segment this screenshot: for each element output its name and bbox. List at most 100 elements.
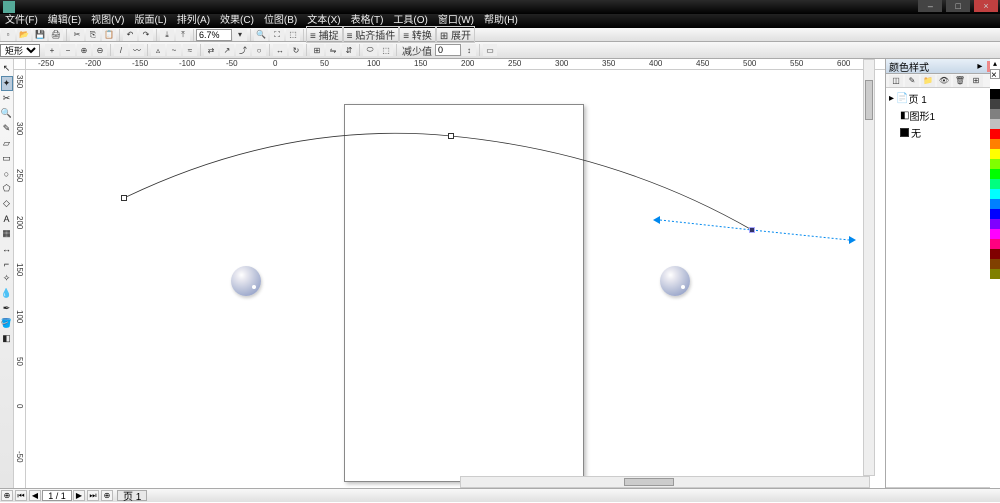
- fullscreen-icon[interactable]: ⛶: [270, 29, 284, 41]
- scrollbar-thumb[interactable]: [865, 80, 873, 120]
- to-curve-icon[interactable]: 〰: [130, 44, 144, 56]
- page-tab[interactable]: 页 1: [117, 490, 147, 501]
- elastic-icon[interactable]: ⬭: [363, 44, 377, 56]
- basic-shapes-tool[interactable]: ◇: [1, 196, 13, 211]
- maximize-button[interactable]: □: [946, 0, 970, 12]
- pick-tool[interactable]: ↖: [1, 61, 13, 76]
- last-page-icon[interactable]: ⏭: [87, 490, 99, 501]
- fill-row[interactable]: 无: [888, 124, 998, 141]
- close-curve-icon[interactable]: ○: [252, 44, 266, 56]
- color-swatch[interactable]: [990, 139, 1000, 149]
- dimension-tool[interactable]: ↔: [1, 241, 13, 256]
- minimize-button[interactable]: –: [918, 0, 942, 12]
- cusp-icon[interactable]: ▵: [151, 44, 165, 56]
- color-swatch[interactable]: [990, 239, 1000, 249]
- import-icon[interactable]: ⤓: [160, 29, 174, 41]
- color-swatch[interactable]: [990, 109, 1000, 119]
- color-swatch[interactable]: [990, 209, 1000, 219]
- eye-icon[interactable]: 👁: [937, 75, 951, 87]
- panel-menu-icon[interactable]: ▸: [977, 61, 982, 72]
- menu-view[interactable]: 视图(V): [86, 14, 129, 28]
- smooth-icon[interactable]: ~: [167, 44, 181, 56]
- open-icon[interactable]: 📂: [17, 29, 31, 41]
- spinner-icon[interactable]: ↕: [462, 44, 476, 56]
- fill-tool[interactable]: 🪣: [1, 316, 13, 331]
- to-line-icon[interactable]: /: [114, 44, 128, 56]
- canvas[interactable]: [26, 70, 885, 488]
- color-swatch[interactable]: [990, 119, 1000, 129]
- interactive-tool[interactable]: ✧: [1, 271, 13, 286]
- symmetric-icon[interactable]: ≈: [183, 44, 197, 56]
- add-node-icon[interactable]: +: [45, 44, 59, 56]
- join-icon[interactable]: ⊕: [77, 44, 91, 56]
- smart-fill-tool[interactable]: ▱: [1, 136, 13, 151]
- menu-file[interactable]: 文件(F): [0, 14, 43, 28]
- menu-bitmaps[interactable]: 位图(B): [259, 14, 302, 28]
- redo-icon[interactable]: ↷: [139, 29, 153, 41]
- layer-node[interactable]: ◧ 图形1: [888, 107, 998, 124]
- menu-layout[interactable]: 版面(L): [129, 14, 171, 28]
- curve-start-node[interactable]: [121, 195, 127, 201]
- control-handle-left[interactable]: [653, 216, 660, 224]
- search-icon[interactable]: 🔍: [254, 29, 268, 41]
- color-swatch[interactable]: [990, 229, 1000, 239]
- color-swatch[interactable]: [990, 179, 1000, 189]
- outline-tool[interactable]: ✒: [1, 301, 13, 316]
- extract-icon[interactable]: ⤴: [236, 44, 250, 56]
- print-icon[interactable]: 🖨: [49, 29, 63, 41]
- extend-icon[interactable]: ↗: [220, 44, 234, 56]
- curve-object[interactable]: [26, 70, 885, 488]
- color-swatch[interactable]: [990, 189, 1000, 199]
- new-style-icon[interactable]: ◫: [889, 75, 903, 87]
- undo-icon[interactable]: ↶: [123, 29, 137, 41]
- menu-arrange[interactable]: 排列(A): [172, 14, 215, 28]
- trash-icon[interactable]: 🗑: [953, 75, 967, 87]
- cut-icon[interactable]: ✂: [70, 29, 84, 41]
- palette-up-icon[interactable]: ▴: [990, 59, 1000, 69]
- snapto-button[interactable]: ≡ 贴齐插件: [343, 26, 400, 43]
- color-swatch[interactable]: [990, 129, 1000, 139]
- color-swatch[interactable]: [990, 249, 1000, 259]
- export-icon[interactable]: ⤒: [176, 29, 190, 41]
- rectangle-tool[interactable]: ▭: [1, 151, 13, 166]
- menu-effects[interactable]: 效果(C): [215, 14, 259, 28]
- menu-help[interactable]: 帮助(H): [479, 14, 523, 28]
- color-swatch[interactable]: [990, 169, 1000, 179]
- color-swatch[interactable]: [990, 199, 1000, 209]
- reflect-v-icon[interactable]: ⇵: [342, 44, 356, 56]
- scrollbar-thumb[interactable]: [624, 478, 674, 486]
- tree-icon[interactable]: ⊞: [969, 75, 983, 87]
- no-color-swatch[interactable]: ×: [990, 69, 1000, 79]
- zoom-input[interactable]: [196, 29, 232, 41]
- horizontal-ruler[interactable]: -250-200-150-100-50050100150200250300350…: [26, 59, 885, 70]
- color-swatch[interactable]: [990, 89, 1000, 99]
- zoom-tool[interactable]: 🔍: [1, 106, 13, 121]
- color-swatch[interactable]: [990, 99, 1000, 109]
- color-swatch[interactable]: [990, 159, 1000, 169]
- connector-tool[interactable]: ⌐: [1, 256, 13, 271]
- color-swatch[interactable]: [990, 149, 1000, 159]
- edit-style-icon[interactable]: ✎: [905, 75, 919, 87]
- interactive-fill-tool[interactable]: ◧: [1, 331, 13, 346]
- snap-button[interactable]: ≡ 捕捉: [306, 26, 343, 43]
- page-number-input[interactable]: [42, 490, 72, 501]
- publish-icon[interactable]: ⬚: [286, 29, 300, 41]
- color-swatch[interactable]: [990, 269, 1000, 279]
- control-handle-right[interactable]: [849, 236, 856, 244]
- paste-icon[interactable]: 📋: [102, 29, 116, 41]
- curve-mid-node[interactable]: [448, 133, 454, 139]
- crop-tool[interactable]: ✂: [1, 91, 13, 106]
- delete-node-icon[interactable]: −: [61, 44, 75, 56]
- prev-page-icon[interactable]: ◀: [29, 490, 41, 501]
- text-tool[interactable]: A: [1, 211, 13, 226]
- next-page-icon[interactable]: ▶: [73, 490, 85, 501]
- ruler-origin[interactable]: [14, 59, 26, 70]
- vertical-scrollbar[interactable]: [863, 59, 875, 476]
- pearl-left[interactable]: [231, 266, 261, 296]
- first-page-icon[interactable]: ⏮: [15, 490, 27, 501]
- convert-button[interactable]: ≡ 转换: [399, 26, 436, 43]
- bbox-icon[interactable]: ▭: [483, 44, 497, 56]
- break-icon[interactable]: ⊖: [93, 44, 107, 56]
- expand-button[interactable]: ⊞ 展开: [436, 26, 475, 43]
- menu-edit[interactable]: 编辑(E): [43, 14, 86, 28]
